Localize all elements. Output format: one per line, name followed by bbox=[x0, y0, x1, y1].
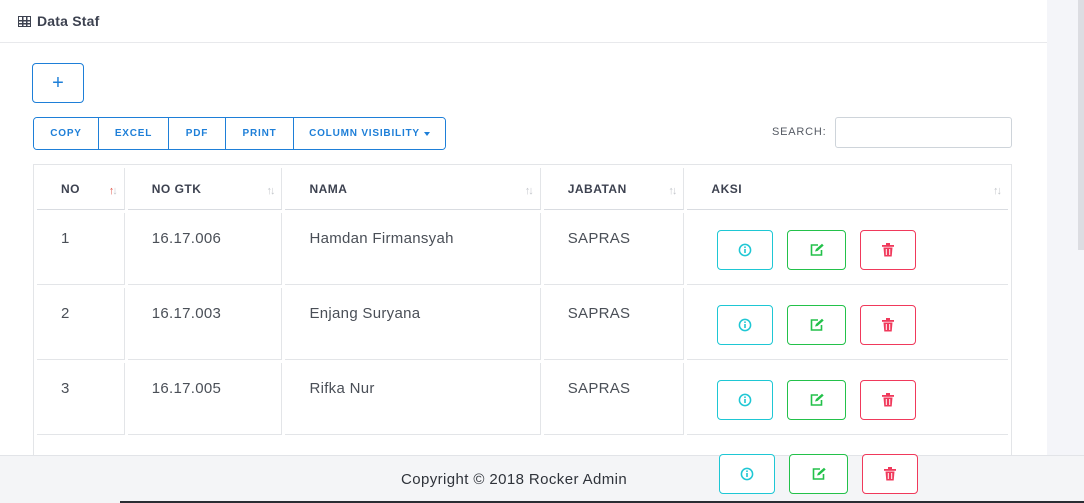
column-header-no-gtk[interactable]: NO GTK ↑↓ bbox=[127, 168, 283, 210]
sort-icon: ↑↓ bbox=[266, 185, 275, 197]
trash-icon bbox=[884, 467, 896, 481]
info-icon bbox=[740, 467, 754, 481]
info-icon bbox=[739, 243, 752, 257]
page-title: Data Staf bbox=[37, 13, 100, 29]
trash-icon bbox=[882, 243, 895, 257]
edit-button[interactable] bbox=[787, 380, 847, 420]
copyright-text: Copyright © 2018 Rocker Admin bbox=[401, 471, 628, 488]
caret-down-icon bbox=[423, 131, 430, 136]
sort-icon: ↑↓ bbox=[668, 185, 677, 197]
sort-icon: ↑↓ bbox=[993, 185, 1002, 197]
cell-no-gtk: 16.17.006 bbox=[127, 213, 283, 285]
trash-icon bbox=[882, 393, 895, 407]
print-button[interactable]: PRINT bbox=[226, 118, 294, 149]
delete-button[interactable] bbox=[860, 380, 917, 420]
table-row: 2 16.17.003 Enjang Suryana SAPRAS bbox=[37, 288, 1008, 360]
info-button[interactable] bbox=[717, 380, 774, 420]
info-button[interactable] bbox=[717, 305, 774, 345]
cell-no-gtk: 16.17.003 bbox=[127, 288, 283, 360]
search-label: SEARCH: bbox=[772, 126, 827, 138]
cell-no: 2 bbox=[37, 288, 125, 360]
cell-nama: Rifka Nur bbox=[285, 363, 541, 435]
edit-button[interactable] bbox=[787, 305, 847, 345]
cell-nama: Hamdan Firmansyah bbox=[285, 213, 541, 285]
cell-no-gtk: 16.17.005 bbox=[127, 363, 283, 435]
excel-button[interactable]: EXCEL bbox=[99, 118, 169, 149]
edit-button[interactable] bbox=[789, 454, 848, 494]
trash-icon bbox=[882, 318, 895, 332]
info-icon bbox=[739, 318, 752, 332]
cell-jabatan: SAPRAS bbox=[543, 363, 685, 435]
add-staff-button[interactable]: + bbox=[32, 63, 84, 103]
edit-icon bbox=[810, 393, 824, 406]
scrollbar-thumb[interactable] bbox=[1078, 0, 1084, 250]
data-staf-card: Data Staf + COPY EXCEL PDF PRINT COLUMN … bbox=[0, 0, 1047, 503]
column-header-aksi[interactable]: AKSI ↑↓ bbox=[687, 168, 1008, 210]
staff-table: NO ↑↓ NO GTK ↑↓ NAMA ↑↓ JABATAN ↑↓ AKSI … bbox=[33, 164, 1012, 503]
table-row: 1 16.17.006 Hamdan Firmansyah SAPRAS bbox=[37, 213, 1008, 285]
delete-button[interactable] bbox=[860, 305, 917, 345]
table-row: 3 16.17.005 Rifka Nur SAPRAS bbox=[37, 363, 1008, 435]
footer: Copyright © 2018 Rocker Admin bbox=[0, 455, 1084, 503]
cell-aksi bbox=[687, 363, 1008, 435]
delete-button[interactable] bbox=[862, 454, 918, 494]
table-header-row: NO ↑↓ NO GTK ↑↓ NAMA ↑↓ JABATAN ↑↓ AKSI … bbox=[37, 168, 1008, 210]
column-header-jabatan[interactable]: JABATAN ↑↓ bbox=[543, 168, 685, 210]
delete-button[interactable] bbox=[860, 230, 917, 270]
edit-icon bbox=[810, 318, 824, 331]
info-button[interactable] bbox=[717, 230, 774, 270]
pdf-button[interactable]: PDF bbox=[169, 118, 226, 149]
info-button[interactable] bbox=[719, 454, 775, 494]
sort-asc-icon: ↑↓ bbox=[108, 185, 118, 197]
sort-icon: ↑↓ bbox=[524, 185, 534, 197]
table-icon bbox=[18, 15, 31, 27]
cell-no: 3 bbox=[37, 363, 125, 435]
edit-icon bbox=[810, 243, 824, 256]
column-visibility-button[interactable]: COLUMN VISIBILITY bbox=[294, 118, 445, 149]
cell-no: 1 bbox=[37, 213, 125, 285]
cell-nama: Enjang Suryana bbox=[285, 288, 541, 360]
copy-button[interactable]: COPY bbox=[34, 118, 99, 149]
export-button-group: COPY EXCEL PDF PRINT COLUMN VISIBILITY bbox=[33, 117, 446, 150]
page-scrollbar[interactable] bbox=[1047, 0, 1084, 503]
edit-button[interactable] bbox=[787, 230, 847, 270]
cell-jabatan: SAPRAS bbox=[543, 213, 685, 285]
cell-aksi bbox=[687, 213, 1008, 285]
column-header-nama[interactable]: NAMA ↑↓ bbox=[285, 168, 541, 210]
card-header: Data Staf bbox=[0, 0, 1047, 43]
column-header-no[interactable]: NO ↑↓ bbox=[37, 168, 125, 210]
info-icon bbox=[739, 393, 752, 407]
search-input[interactable] bbox=[835, 117, 1012, 148]
column-visibility-label: COLUMN VISIBILITY bbox=[309, 128, 420, 139]
edit-icon bbox=[812, 467, 826, 480]
floating-row-actions bbox=[719, 454, 918, 494]
cell-aksi bbox=[687, 288, 1008, 360]
cell-jabatan: SAPRAS bbox=[543, 288, 685, 360]
